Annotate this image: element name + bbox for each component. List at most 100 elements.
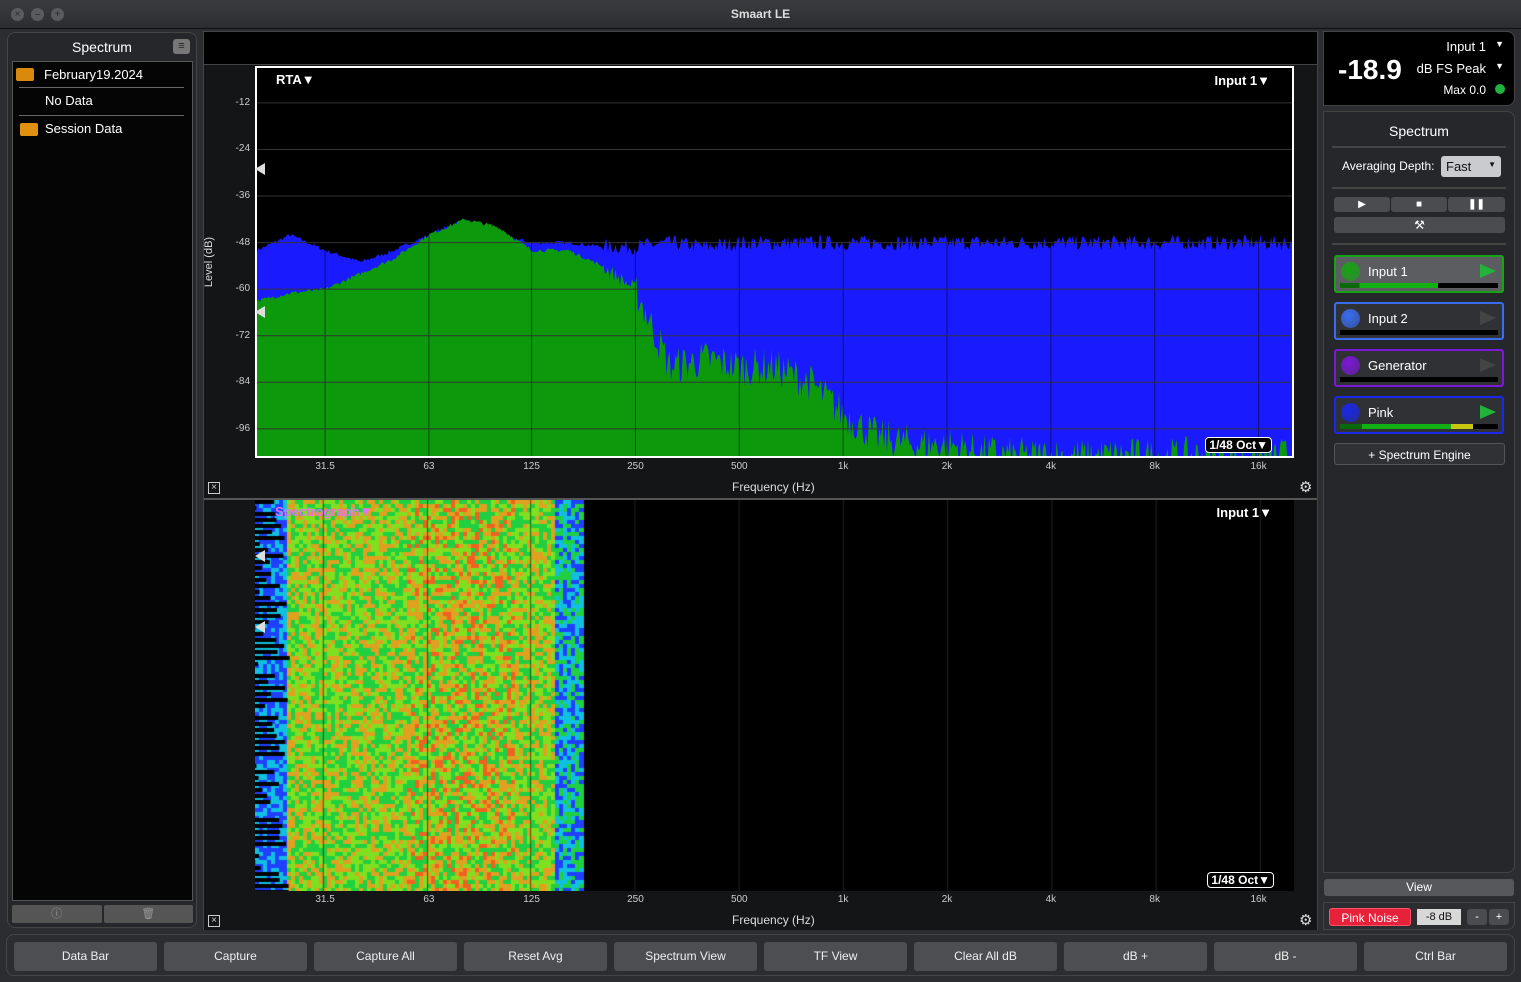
menu-icon[interactable]: ≡ <box>173 39 190 54</box>
toolbar-button-db[interactable]: dB - <box>1214 942 1357 971</box>
play-icon[interactable] <box>1480 405 1496 419</box>
trash-button[interactable]: 🗑 <box>103 905 193 923</box>
engine-input-1[interactable]: Input 1 <box>1334 255 1504 293</box>
window-title: Smaart LE <box>730 7 791 21</box>
x-tick-label: 2k <box>941 894 953 905</box>
range-handle-top[interactable] <box>255 163 265 175</box>
tree-item-label: February19.2024 <box>44 67 144 82</box>
spectrograph-mode-selector[interactable]: Spectrograph▼ <box>275 504 372 519</box>
rta-mode-selector[interactable]: RTA▼ <box>276 72 315 87</box>
info-button[interactable]: ⓘ <box>12 905 102 923</box>
engine-pink[interactable]: Pink <box>1334 396 1504 434</box>
generator-level: -8 dB <box>1417 909 1461 925</box>
x-axis-label: Frequency (Hz) <box>732 913 815 927</box>
view-button[interactable]: View <box>1324 879 1514 896</box>
x-tick-label: 8k <box>1149 894 1160 905</box>
engine-name: Input 1 <box>1368 264 1408 279</box>
toolbar-button-tf-view[interactable]: TF View <box>764 942 907 971</box>
data-panel-title: Spectrum <box>72 39 132 55</box>
play-icon[interactable] <box>1480 358 1496 372</box>
tree-item-date[interactable]: February19.2024 <box>13 63 192 87</box>
meter-unit-selector[interactable]: dB FS Peak <box>1417 61 1486 76</box>
add-spectrum-engine-button[interactable]: + Spectrum Engine <box>1334 443 1505 465</box>
x-tick-label: 250 <box>627 894 644 905</box>
play-icon[interactable] <box>1480 264 1496 278</box>
toolbar-button-reset-avg[interactable]: Reset Avg <box>464 942 607 971</box>
toolbar-button-db[interactable]: dB + <box>1064 942 1207 971</box>
stop-button[interactable]: ■ <box>1391 197 1447 212</box>
tree-item-session-data[interactable]: Session Data <box>13 117 192 141</box>
engine-generator[interactable]: Generator <box>1334 349 1504 387</box>
toolbar-button-clear-all-db[interactable]: Clear All dB <box>914 942 1057 971</box>
control-panel: Spectrum Averaging Depth: Fast ▼ ▶ ■ ❚❚ ⚒… <box>1323 111 1515 873</box>
toolbar-button-spectrum-view[interactable]: Spectrum View <box>614 942 757 971</box>
spectrograph-input-selector[interactable]: Input 1▼ <box>1217 505 1272 520</box>
engine-color-dot <box>1341 309 1360 328</box>
gear-icon[interactable]: ⚙ <box>1299 478 1312 496</box>
range-handle-top[interactable] <box>255 550 265 562</box>
tree-item-no-data[interactable]: No Data <box>13 89 192 113</box>
play-icon[interactable] <box>1480 311 1496 325</box>
max-readout: Max 0.0 <box>1443 83 1486 97</box>
level-value: -18.9 <box>1338 54 1402 85</box>
y-tick-label: -36 <box>235 190 250 202</box>
chevron-down-icon[interactable]: ▼ <box>1495 61 1504 71</box>
toolbar-button-data-bar[interactable]: Data Bar <box>14 942 157 971</box>
engine-level-bar <box>1340 424 1498 429</box>
averaging-label: Averaging Depth: <box>1342 159 1435 173</box>
pause-button[interactable]: ❚❚ <box>1448 197 1505 212</box>
x-tick-label: 4k <box>1045 461 1057 472</box>
engine-color-dot <box>1341 356 1360 375</box>
level-meter: -18.9 Input 1 ▼ dB FS Peak ▼ Max 0.0 <box>1323 31 1515 106</box>
y-tick-label: -12 <box>235 96 250 108</box>
tree-item-label: Session Data <box>45 121 123 136</box>
chevron-down-icon[interactable]: ▼ <box>1495 39 1504 49</box>
x-tick-label: 125 <box>523 461 540 472</box>
x-tick-label: 16k <box>1250 461 1267 472</box>
range-handle-bottom[interactable] <box>255 621 265 633</box>
x-tick-label: 125 <box>523 894 540 905</box>
x-tick-label: 63 <box>423 461 435 472</box>
y-tick-label: -60 <box>235 283 250 295</box>
engine-level-bar <box>1340 330 1498 335</box>
meter-source-selector[interactable]: Input 1 <box>1446 39 1486 54</box>
x-tick-label: 500 <box>730 461 748 472</box>
engine-color-dot <box>1341 262 1360 281</box>
control-panel-title: Spectrum <box>1389 123 1449 139</box>
toolbar-button-capture[interactable]: Capture <box>164 942 307 971</box>
title-bar: × – + Smaart LE <box>0 0 1521 29</box>
spectrograph-plot[interactable]: Spectrograph▼ Input 1▼ 1/48 Oct▼ <box>255 500 1294 891</box>
close-plot-icon[interactable]: × <box>208 482 220 494</box>
gear-icon[interactable]: ⚙ <box>1299 911 1312 929</box>
close-plot-icon[interactable]: × <box>208 915 220 927</box>
plot-header-strip <box>204 32 1317 65</box>
x-tick-label: 1k <box>837 461 849 472</box>
engine-level-bar <box>1340 377 1498 382</box>
x-tick-label: 31.5 <box>315 461 335 472</box>
level-increase-button[interactable]: + <box>1489 909 1509 925</box>
engine-name: Input 2 <box>1368 311 1408 326</box>
engine-color-dot <box>1341 403 1360 422</box>
engine-name: Pink <box>1368 405 1394 420</box>
averaging-select[interactable]: Fast ▼ <box>1441 156 1501 177</box>
x-tick-label: 63 <box>423 894 435 905</box>
y-axis-label: Level (dB) <box>203 236 216 288</box>
rta-plot[interactable]: RTA▼ Input 1▼ 1/48 Oct▼ <box>255 66 1294 458</box>
y-tick-label: -96 <box>235 422 250 434</box>
engine-name: Generator <box>1368 358 1427 373</box>
level-decrease-button[interactable]: - <box>1467 909 1487 925</box>
y-tick-label: -24 <box>235 143 250 155</box>
rta-input-selector[interactable]: Input 1▼ <box>1215 73 1270 88</box>
play-button[interactable]: ▶ <box>1334 197 1390 212</box>
rta-resolution-selector[interactable]: 1/48 Oct▼ <box>1205 437 1272 453</box>
engine-input-2[interactable]: Input 2 <box>1334 302 1504 340</box>
toolbar-button-ctrl-bar[interactable]: Ctrl Bar <box>1364 942 1507 971</box>
pink-noise-button[interactable]: Pink Noise <box>1329 908 1411 926</box>
toolbar-button-capture-all[interactable]: Capture All <box>314 942 457 971</box>
tools-button[interactable]: ⚒ <box>1334 217 1505 233</box>
data-panel: Spectrum ≡ February19.2024 No Data Sessi… <box>7 32 197 928</box>
range-handle-bottom[interactable] <box>255 306 265 318</box>
spectrograph-resolution-selector[interactable]: 1/48 Oct▼ <box>1207 872 1274 888</box>
folder-open-icon <box>16 68 34 81</box>
averaging-value: Fast <box>1446 159 1472 174</box>
